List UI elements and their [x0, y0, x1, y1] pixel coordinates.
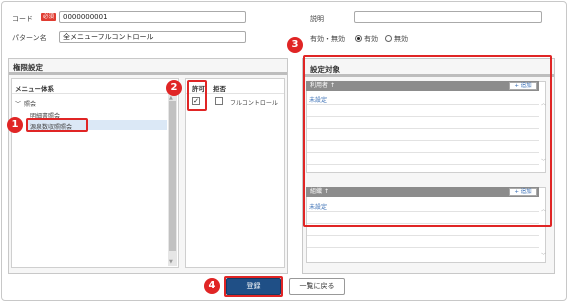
pattern-name-input[interactable]: 全メニューフルコントロール: [59, 31, 246, 43]
callout-box-3: [303, 55, 552, 227]
valid-radio[interactable]: [355, 35, 362, 42]
deny-header: 拒否: [213, 85, 226, 93]
tree-expand-icon[interactable]: ﹀: [15, 99, 21, 108]
callout-box-1: [26, 118, 88, 132]
valid-invalid-label: 有効・無効: [310, 35, 345, 43]
code-label: コード: [12, 15, 33, 23]
description-label: 説明: [310, 15, 324, 23]
row-divider: [307, 247, 539, 248]
back-to-list-button[interactable]: 一覧に戻る: [289, 278, 345, 295]
invalid-option-label: 無効: [394, 35, 408, 43]
description-input[interactable]: [354, 11, 542, 23]
pattern-label: パターン名: [12, 34, 47, 42]
scroll-down-icon[interactable]: ▼: [169, 259, 173, 265]
callout-badge-3: 3: [287, 37, 303, 53]
menu-system-header: メニュー体系: [15, 85, 54, 93]
callout-badge-2: 2: [166, 80, 182, 96]
invalid-radio[interactable]: [385, 35, 392, 42]
tree-item-inquiry[interactable]: 照会: [24, 99, 36, 108]
required-badge: 必須: [41, 13, 56, 21]
tree-scrollbar-thumb[interactable]: [169, 101, 176, 251]
callout-box-2: [187, 80, 207, 111]
callout-box-4: [224, 276, 283, 297]
deny-checkbox[interactable]: [215, 97, 223, 105]
menu-tree-box: [11, 78, 179, 268]
valid-option-label: 有効: [364, 35, 378, 43]
callout-badge-4: 4: [204, 278, 220, 294]
divider: [12, 93, 178, 94]
full-control-label: フルコントロール: [230, 100, 278, 107]
org-scroll-down-icon[interactable]: ﹀: [541, 252, 546, 259]
callout-badge-1: 1: [7, 117, 23, 133]
code-input[interactable]: 0000000001: [59, 11, 246, 23]
permission-title-bar: [9, 72, 287, 75]
row-divider: [307, 235, 539, 236]
